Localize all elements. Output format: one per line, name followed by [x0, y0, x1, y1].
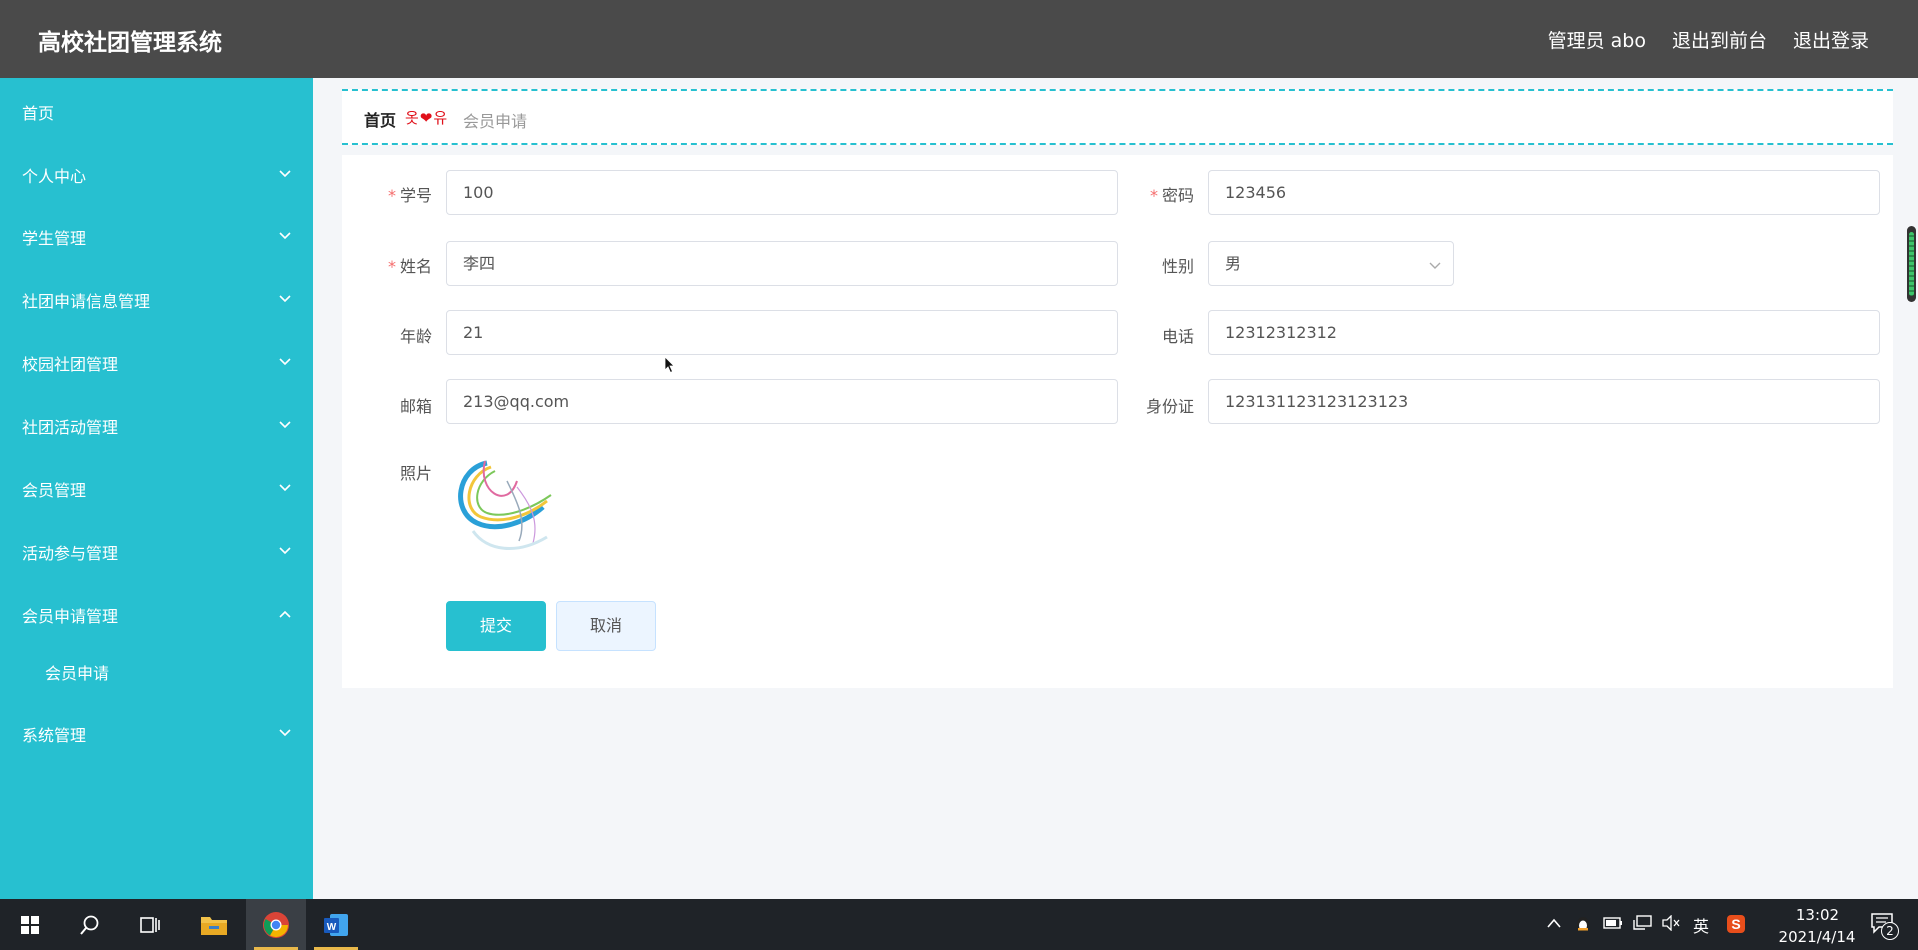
taskbar-clock-time[interactable]: 13:02 [1785, 906, 1850, 924]
chevron-down-icon [279, 358, 291, 366]
chevron-down-icon [279, 484, 291, 492]
svg-text:S: S [1731, 916, 1740, 932]
breadcrumb-current: 会员申请 [463, 112, 528, 131]
photo-label: 照片 [399, 464, 432, 483]
chevron-down-icon [279, 295, 291, 303]
file-explorer-icon[interactable] [184, 899, 244, 950]
student-id-input[interactable]: 100 [446, 170, 1118, 215]
email-label: 邮箱 [399, 397, 432, 416]
password-input[interactable]: 123456 [1208, 170, 1880, 215]
phone-label: 电话 [1161, 327, 1194, 346]
sidebar-item-label: 会员申请管理 [22, 607, 119, 626]
gender-select[interactable]: 男 [1208, 241, 1454, 286]
chevron-up-icon [279, 610, 291, 618]
logout-link[interactable]: 退出登录 [1793, 26, 1869, 53]
chevron-up-icon[interactable] [1546, 917, 1562, 929]
top-header: 高校社团管理系统 管理员 abo 退出到前台 退出登录 [0, 0, 1918, 78]
taskbar-clock-date[interactable]: 2021/4/14 [1767, 928, 1867, 946]
sidebar-item-label: 会员申请 [45, 664, 110, 683]
sidebar-item-campus-clubs[interactable]: 校园社团管理 [0, 341, 313, 385]
windows-taskbar: W 英 S [0, 899, 1918, 950]
volume-muted-icon[interactable] [1661, 915, 1681, 931]
submit-button[interactable]: 提交 [446, 601, 546, 651]
breadcrumb-separator: 옷❤유 [405, 109, 449, 127]
email-input[interactable]: 213@qq.com [446, 379, 1118, 424]
sidebar-item-label: 个人中心 [22, 167, 87, 186]
gender-label: 性别 [1161, 257, 1194, 276]
age-label: 年龄 [399, 327, 432, 346]
password-label-text: 密码 [1161, 186, 1194, 205]
sidebar-item-member-application[interactable]: 会员申请 [0, 650, 313, 694]
sidebar-item-label: 会员管理 [22, 481, 87, 500]
chevron-down-icon [279, 170, 291, 178]
mouse-cursor-icon [664, 356, 675, 374]
admin-user-label: 管理员 abo [1547, 30, 1646, 52]
chevron-down-icon[interactable] [1427, 257, 1443, 273]
sidebar-item-label: 活动参与管理 [22, 544, 119, 563]
sidebar-item-student-management[interactable]: 学生管理 [0, 215, 313, 259]
sidebar-item-member-application-management[interactable]: 会员申请管理 [0, 593, 313, 637]
chevron-down-icon [279, 547, 291, 555]
chrome-browser-icon[interactable] [246, 899, 306, 950]
frontend-link[interactable]: 退出到前台 [1672, 26, 1767, 53]
network-icon[interactable] [1633, 915, 1653, 931]
sidebar-item-label: 首页 [22, 104, 55, 123]
sidebar-item-label: 社团活动管理 [22, 418, 119, 437]
notification-count-badge: 2 [1881, 922, 1899, 940]
sidebar-item-label: 校园社团管理 [22, 355, 119, 374]
name-input[interactable]: 李四 [446, 241, 1118, 286]
svg-text:W: W [327, 922, 337, 933]
task-view-icon[interactable] [120, 899, 180, 950]
word-icon[interactable]: W [306, 899, 366, 950]
password-label: * 密码 [1104, 182, 1194, 206]
cancel-button[interactable]: 取消 [556, 601, 656, 651]
name-label: * 姓名 [342, 253, 432, 277]
sidebar-item-label: 社团申请信息管理 [22, 292, 151, 311]
sidebar-item-system-management[interactable]: 系统管理 [0, 712, 313, 756]
student-id-label-text: 学号 [399, 186, 432, 205]
windows-start-icon[interactable] [0, 899, 60, 950]
required-mark: * [387, 186, 396, 205]
sidebar-item-activity-participation[interactable]: 活动参与管理 [0, 530, 313, 574]
sidebar-item-home[interactable]: 首页 [0, 90, 313, 134]
gender-select-value: 男 [1225, 254, 1242, 273]
sidebar-item-club-activities[interactable]: 社团活动管理 [0, 404, 313, 448]
id-card-label: 身份证 [1145, 397, 1194, 416]
photo-thumbnail[interactable] [447, 451, 559, 563]
sidebar: 首页 个人中心 学生管理 社团申请信息管理 校园社团管理 社团活动管理 会员管理… [0, 78, 313, 899]
qq-penguin-icon[interactable] [1574, 914, 1592, 932]
search-icon[interactable] [60, 899, 120, 950]
student-id-label: * 学号 [342, 182, 432, 206]
required-mark: * [387, 257, 396, 276]
name-label-text: 姓名 [399, 257, 432, 276]
chevron-down-icon [279, 232, 291, 240]
chevron-down-icon [279, 421, 291, 429]
chevron-down-icon [279, 729, 291, 737]
ime-language-indicator[interactable]: 英 [1693, 913, 1709, 937]
sidebar-item-club-application-info[interactable]: 社团申请信息管理 [0, 278, 313, 322]
sidebar-item-member-management[interactable]: 会员管理 [0, 467, 313, 511]
breadcrumb: 首页 옷❤유 会员申请 [342, 89, 1893, 145]
age-input[interactable]: 21 [446, 310, 1118, 355]
required-mark: * [1149, 186, 1158, 205]
header-links: 管理员 abo 退出到前台 退出登录 [1548, 26, 1869, 53]
phone-input[interactable]: 12312312312 [1208, 310, 1880, 355]
sidebar-item-label: 学生管理 [22, 229, 87, 248]
id-card-input[interactable]: 123131123123123123 [1208, 379, 1880, 424]
battery-icon[interactable] [1603, 916, 1623, 930]
page-scrollbar[interactable] [1907, 226, 1916, 302]
app-title: 高校社团管理系统 [38, 30, 222, 56]
breadcrumb-home[interactable]: 首页 [364, 107, 396, 131]
sidebar-item-personal-center[interactable]: 个人中心 [0, 153, 313, 197]
sidebar-item-label: 系统管理 [22, 726, 87, 745]
sogou-input-icon[interactable]: S [1726, 914, 1746, 934]
